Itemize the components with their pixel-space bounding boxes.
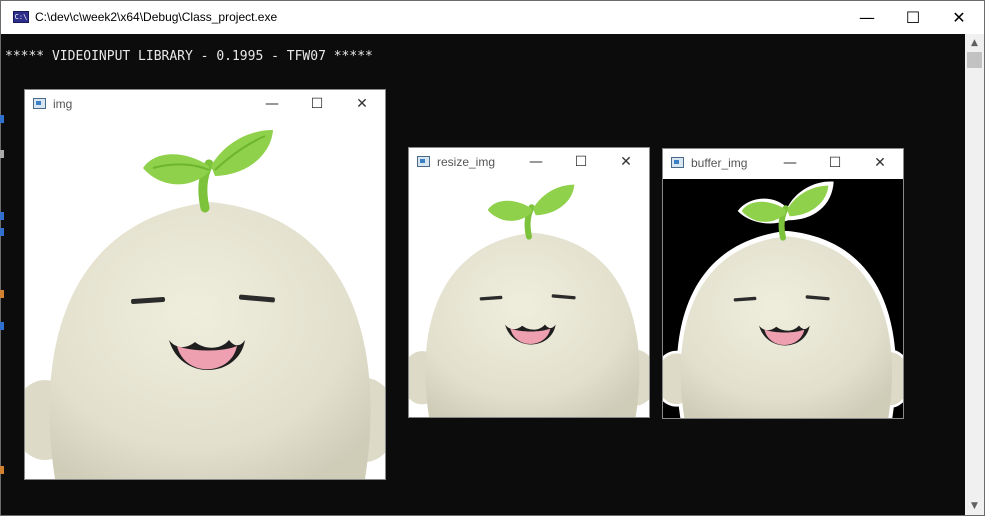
background-app-edge (0, 290, 4, 298)
background-app-edge (0, 322, 4, 330)
minimize-button[interactable]: — (775, 151, 805, 175)
image-window-icon (33, 98, 46, 109)
close-button[interactable]: ✕ (611, 150, 641, 174)
image-window-icon (417, 156, 430, 167)
buffer-img-canvas (663, 179, 903, 418)
buffer-img-window-titlebar[interactable]: buffer_img — ☐ ✕ (663, 149, 903, 179)
plush-sprout-image (409, 184, 649, 417)
img-window[interactable]: img — ☐ ✕ (24, 89, 386, 480)
img-canvas (25, 120, 385, 479)
maximize-button[interactable]: ☐ (890, 1, 936, 34)
image-window-icon (671, 157, 684, 168)
minimize-button[interactable]: — (844, 1, 890, 34)
close-button[interactable]: ✕ (347, 92, 377, 116)
buffer-img-window-title: buffer_img (691, 156, 748, 170)
close-button[interactable]: ✕ (865, 151, 895, 175)
resize-img-window-title: resize_img (437, 155, 496, 169)
console-output-line: ***** VIDEOINPUT LIBRARY - 0.1995 - TFW0… (5, 49, 373, 64)
background-app-edge (0, 212, 4, 220)
resize-img-canvas (409, 178, 649, 417)
console-app-icon: C:\ (13, 11, 29, 23)
minimize-button[interactable]: — (257, 92, 287, 116)
plush-sprout-image (25, 130, 385, 479)
minimize-button[interactable]: — (521, 150, 551, 174)
resize-img-window[interactable]: resize_img — ☐ ✕ (408, 147, 650, 418)
close-button[interactable]: ✕ (936, 1, 982, 34)
scroll-up-arrow-icon[interactable]: ▲ (965, 36, 984, 50)
background-app-edge (0, 228, 4, 236)
console-titlebar[interactable]: C:\ C:\dev\c\week2\x64\Debug\Class_proje… (1, 1, 984, 34)
maximize-button[interactable]: ☐ (302, 92, 332, 116)
maximize-button[interactable]: ☐ (566, 150, 596, 174)
background-app-edge (0, 115, 4, 123)
resize-img-window-titlebar[interactable]: resize_img — ☐ ✕ (409, 148, 649, 178)
plush-sprout-masked-image (663, 179, 903, 418)
img-window-title: img (53, 97, 73, 111)
maximize-button[interactable]: ☐ (820, 151, 850, 175)
background-app-edge (0, 466, 4, 474)
background-app-edge (0, 150, 4, 158)
vertical-scrollbar[interactable]: ▲ ▼ (965, 34, 984, 515)
console-title: C:\dev\c\week2\x64\Debug\Class_project.e… (35, 10, 278, 24)
scroll-thumb[interactable] (967, 52, 982, 68)
scroll-down-arrow-icon[interactable]: ▼ (965, 499, 984, 513)
img-window-titlebar[interactable]: img — ☐ ✕ (25, 90, 385, 120)
buffer-img-window[interactable]: buffer_img — ☐ ✕ (662, 148, 904, 419)
